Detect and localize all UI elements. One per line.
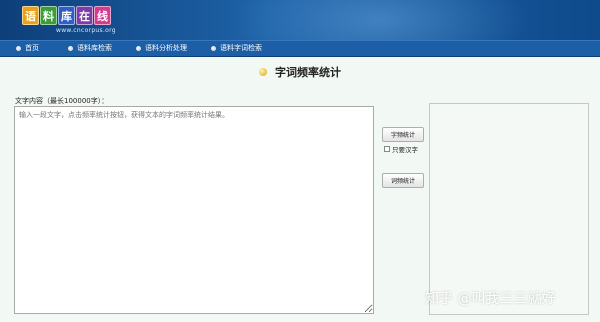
result-panel: [429, 103, 589, 315]
only-chinese-option[interactable]: 只要汉字: [384, 144, 418, 154]
bullet-icon: [16, 45, 21, 51]
only-chinese-checkbox[interactable]: [384, 146, 390, 152]
textarea-label: 文字内容（最长100000字）：: [15, 97, 109, 105]
page-title-row: 字词频率统计: [0, 64, 600, 80]
header-banner: 语 料 库 在 线 www.cncorpus.org: [0, 0, 600, 40]
char-frequency-button[interactable]: 字频统计: [382, 127, 424, 142]
bullet-icon: [136, 45, 141, 51]
logo-tile: 库: [58, 6, 75, 25]
text-input[interactable]: [14, 106, 374, 314]
nav-item-corpus-search[interactable]: 语料库检索: [68, 43, 112, 53]
logo-tile: 在: [76, 6, 93, 25]
logo-tile: 语: [22, 6, 39, 25]
banner-glow: [230, 0, 530, 40]
watermark: 知乎 @叫我三三就好: [425, 291, 556, 307]
only-chinese-label: 只要汉字: [392, 146, 418, 154]
nav-item-char-word-search[interactable]: 语料字词检索: [211, 43, 262, 53]
bullet-icon: [211, 45, 216, 51]
logo-subtitle: www.cncorpus.org: [56, 27, 116, 34]
logo-tile: 线: [94, 6, 111, 25]
nav-item-label: 语料字词检索: [220, 44, 262, 52]
page-title: 字词频率统计: [275, 66, 341, 79]
bullet-icon: [68, 45, 73, 51]
nav-item-corpus-analysis[interactable]: 语料分析处理: [136, 43, 187, 53]
main-nav: 首页 语料库检索 语料分析处理 语料字词检索: [0, 40, 600, 57]
nav-item-label: 首页: [25, 44, 39, 52]
nav-item-label: 语料分析处理: [145, 44, 187, 52]
nav-item-label: 语料库检索: [77, 44, 112, 52]
nav-item-home[interactable]: 首页: [16, 43, 39, 53]
title-bullet-icon: [259, 68, 267, 76]
logo-tile: 料: [40, 6, 57, 25]
word-frequency-button[interactable]: 词频统计: [382, 173, 424, 188]
